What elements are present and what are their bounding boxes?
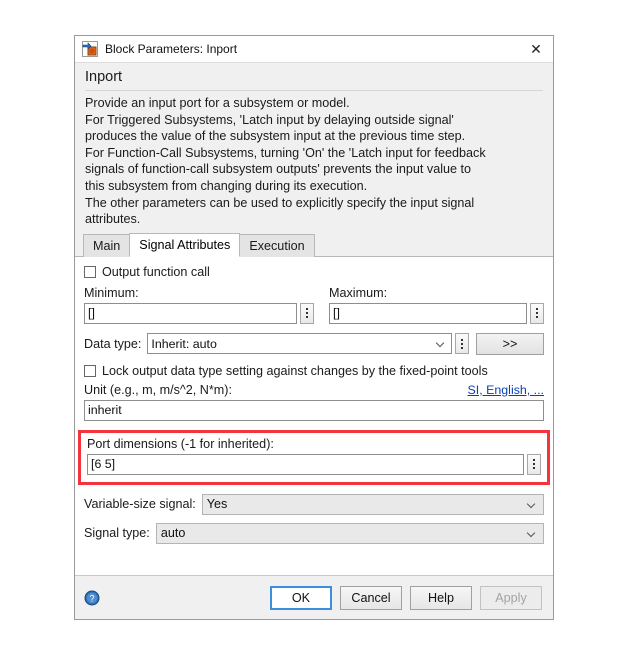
title-bar: Block Parameters: Inport ✕ — [75, 36, 553, 63]
port-dimensions-label: Port dimensions (-1 for inherited): — [87, 436, 274, 451]
minimum-input[interactable]: [] — [84, 302, 297, 324]
block-name: Inport — [85, 67, 543, 91]
variable-size-signal-value: Yes — [206, 497, 228, 512]
maximum-input[interactable]: [] — [329, 302, 527, 324]
chevron-down-icon — [437, 339, 446, 348]
maximum-group: Maximum: [] — [314, 286, 544, 324]
chevron-down-icon — [528, 529, 537, 538]
window-title: Block Parameters: Inport — [105, 42, 238, 56]
unit-systems-link[interactable]: SI, English, ... — [468, 383, 544, 397]
block-description: Provide an input port for a subsystem or… — [85, 96, 486, 227]
tab-strip: Main Signal Attributes Execution — [75, 232, 553, 257]
maximum-label: Maximum: — [329, 285, 388, 300]
variable-size-signal-label: Variable-size signal: — [84, 497, 196, 512]
variable-size-signal-row: Variable-size signal: Yes — [84, 493, 544, 515]
signal-type-value: auto — [160, 526, 186, 541]
data-type-select[interactable]: Inherit: auto — [147, 333, 452, 355]
data-type-value: Inherit: auto — [151, 336, 217, 351]
dialog-footer: ? OK Cancel Help Apply — [75, 575, 553, 619]
tab-signal-attributes[interactable]: Signal Attributes — [129, 232, 241, 257]
output-function-call-label: Output function call — [102, 264, 210, 279]
tab-execution[interactable]: Execution — [239, 233, 315, 257]
signal-attributes-panel: Output function call Minimum: [] Maximum… — [75, 256, 553, 575]
svg-text:?: ? — [89, 593, 94, 603]
maximum-more-icon[interactable] — [530, 302, 544, 324]
close-icon[interactable]: ✕ — [523, 37, 549, 61]
help-button[interactable]: Help — [410, 585, 472, 610]
min-max-row: Minimum: [] Maximum: [] — [84, 286, 544, 324]
data-type-expand-button[interactable]: >> — [476, 332, 544, 355]
unit-label-row: Unit (e.g., m, m/s^2, N*m): SI, English,… — [84, 383, 544, 397]
data-type-more-icon[interactable] — [455, 333, 469, 355]
output-function-call-checkbox[interactable] — [84, 265, 96, 278]
minimum-group: Minimum: [] — [84, 286, 314, 324]
tab-main[interactable]: Main — [83, 233, 131, 257]
port-dimensions-more-icon[interactable] — [527, 453, 541, 475]
minimum-more-icon[interactable] — [300, 302, 314, 324]
cancel-button[interactable]: Cancel — [340, 585, 402, 610]
simulink-block-icon — [82, 41, 98, 57]
signal-type-select[interactable]: auto — [155, 522, 544, 544]
description-panel: Inport Provide an input port for a subsy… — [75, 63, 553, 234]
signal-type-row: Signal type: auto — [84, 522, 544, 544]
signal-type-label: Signal type: — [84, 526, 150, 541]
chevron-down-icon — [528, 500, 537, 509]
unit-input[interactable]: inherit — [84, 399, 544, 421]
help-circle-icon[interactable]: ? — [84, 590, 100, 606]
variable-size-signal-select[interactable]: Yes — [201, 493, 544, 515]
lock-output-label: Lock output data type setting against ch… — [102, 363, 488, 378]
minimum-label: Minimum: — [84, 285, 139, 300]
data-type-row: Data type: Inherit: auto >> — [84, 332, 544, 355]
ok-button[interactable]: OK — [270, 585, 332, 610]
output-function-call-row[interactable]: Output function call — [84, 265, 544, 279]
port-dimensions-input[interactable]: [6 5] — [87, 453, 524, 475]
data-type-label: Data type: — [84, 336, 142, 351]
port-dimensions-highlight: Port dimensions (-1 for inherited): [6 5… — [78, 429, 550, 485]
apply-button: Apply — [480, 585, 542, 610]
lock-output-checkbox[interactable] — [84, 364, 96, 377]
block-parameters-dialog: Block Parameters: Inport ✕ Inport Provid… — [74, 35, 554, 620]
unit-label: Unit (e.g., m, m/s^2, N*m): — [84, 382, 232, 397]
lock-output-row[interactable]: Lock output data type setting against ch… — [84, 364, 544, 378]
